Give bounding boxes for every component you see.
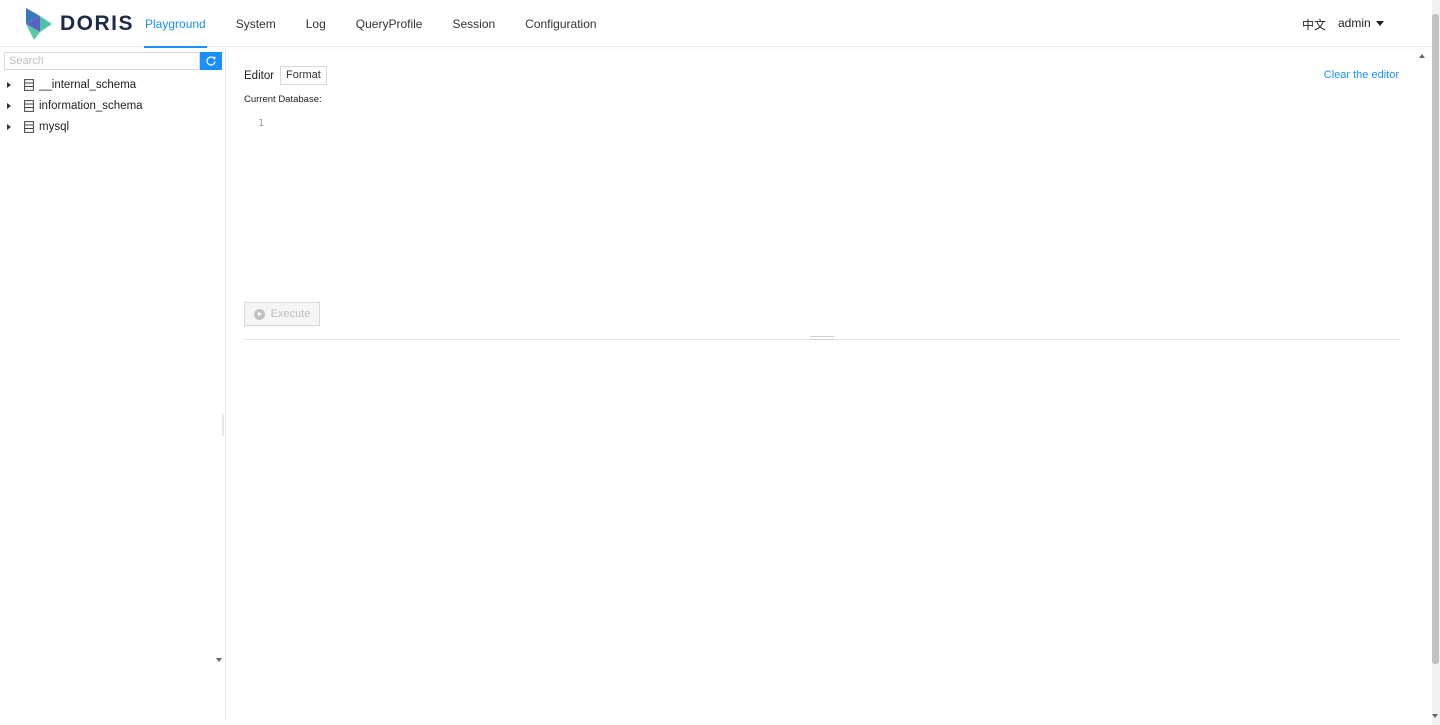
sidebar-resize-handle[interactable]: [222, 414, 224, 436]
nav-system[interactable]: System: [221, 0, 291, 47]
refresh-icon: [206, 56, 216, 66]
sidebar-scroll-down-icon[interactable]: [216, 658, 222, 662]
current-database-label: Current Database:: [244, 94, 322, 105]
line-number: 1: [258, 118, 265, 129]
refresh-button[interactable]: [200, 52, 222, 70]
nav-queryprofile[interactable]: QueryProfile: [341, 0, 438, 47]
brand-name: DORIS: [60, 12, 135, 35]
search-input[interactable]: [4, 52, 200, 70]
nav-session[interactable]: Session: [437, 0, 510, 47]
page-scrollbar-thumb[interactable]: [1432, 14, 1439, 664]
nav-playground[interactable]: Playground: [130, 0, 221, 48]
caret-right-icon[interactable]: [7, 123, 11, 130]
nav-log[interactable]: Log: [291, 0, 341, 47]
execute-button[interactable]: Execute: [244, 302, 320, 326]
clear-editor-link[interactable]: Clear the editor: [1324, 69, 1399, 81]
doris-logo[interactable]: DORIS: [24, 6, 134, 42]
caret-down-icon: [1375, 20, 1384, 26]
database-icon: [24, 120, 34, 133]
panel-resize-grip[interactable]: [810, 336, 834, 342]
page-scroll-up-icon[interactable]: [1419, 54, 1425, 58]
database-icon: [24, 78, 34, 91]
format-button[interactable]: Format: [280, 66, 327, 85]
execute-label: Execute: [270, 308, 311, 320]
tree-node-label: __internal_schema: [39, 78, 137, 91]
tree-node-label: mysql: [39, 120, 70, 133]
play-circle-icon: [253, 308, 265, 320]
sql-code-editor[interactable]: 1: [244, 114, 1399, 284]
language-switch[interactable]: 中文: [1302, 16, 1326, 33]
main-nav: Playground System Log QueryProfile Sessi…: [130, 0, 612, 48]
database-icon: [24, 99, 34, 112]
caret-right-icon[interactable]: [7, 81, 11, 88]
database-tree: __internal_schema information_schema mys…: [0, 74, 224, 137]
tree-node-label: information_schema: [39, 99, 143, 112]
playground-main: Editor Format Clear the editor Current D…: [227, 48, 1417, 718]
page-scroll-down-icon[interactable]: [1432, 714, 1438, 718]
tree-node-internal-schema[interactable]: __internal_schema: [0, 74, 224, 95]
tree-node-mysql[interactable]: mysql: [0, 116, 224, 137]
caret-right-icon[interactable]: [7, 102, 11, 109]
search-bar: [4, 52, 222, 70]
doris-logo-icon: [26, 8, 52, 40]
database-sidebar: __internal_schema information_schema mys…: [0, 48, 226, 718]
user-menu[interactable]: admin: [1338, 16, 1384, 30]
user-name: admin: [1338, 16, 1371, 30]
editor-label: Editor: [244, 70, 275, 82]
tree-node-information-schema[interactable]: information_schema: [0, 95, 224, 116]
nav-configuration[interactable]: Configuration: [510, 0, 611, 47]
top-header: DORIS Playground System Log QueryProfile…: [0, 0, 1432, 48]
